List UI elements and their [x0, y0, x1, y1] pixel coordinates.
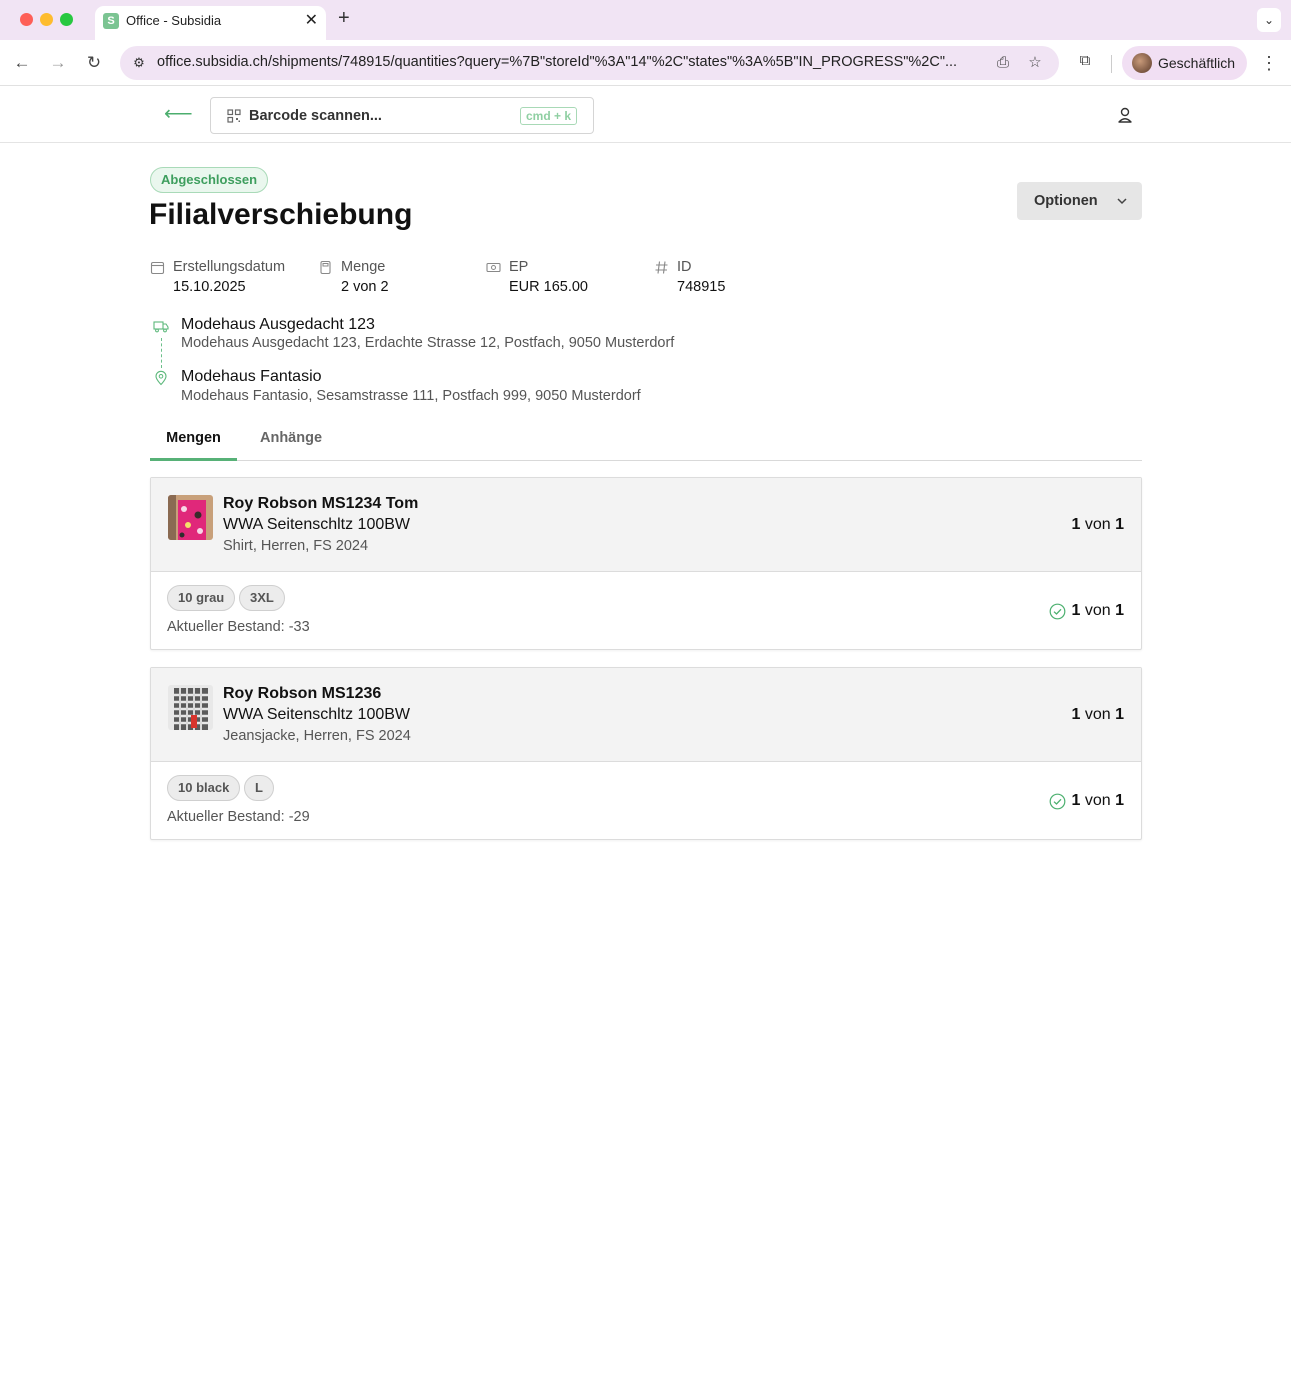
profile-button[interactable]: Geschäftlich: [1122, 46, 1247, 80]
subsidia-favicon-icon: S: [103, 13, 119, 29]
content-tabs: Mengen Anhänge: [150, 423, 1142, 461]
route-connector: [161, 338, 162, 368]
address-bar[interactable]: ⚙ office.subsidia.ch/shipments/748915/qu…: [120, 46, 1059, 80]
calendar-icon: [150, 261, 165, 275]
current-stock: Aktueller Bestand: -33: [167, 619, 310, 635]
profile-avatar: [1132, 53, 1152, 73]
options-label: Optionen: [1034, 193, 1098, 209]
route-from-address: Modehaus Ausgedacht 123, Erdachte Strass…: [181, 335, 675, 351]
route-from-name: Modehaus Ausgedacht 123: [181, 316, 375, 333]
tab-anhaenge[interactable]: Anhänge: [260, 423, 322, 461]
truck-icon: [153, 321, 169, 333]
banknote-icon: [486, 262, 501, 273]
browser-tab[interactable]: S Office - Subsidia ✕: [95, 6, 326, 40]
user-icon[interactable]: [1114, 104, 1136, 126]
variant-color-chip: 10 grau: [167, 585, 236, 611]
id-value: 748915: [677, 279, 726, 295]
back-arrow-icon[interactable]: ⟵: [164, 101, 193, 126]
map-pin-icon: [155, 370, 167, 386]
profile-label: Geschäftlich: [1158, 55, 1236, 71]
product-title: Roy Robson MS1236: [223, 685, 382, 702]
browser-toolbar: ← → ↻ ⚙ office.subsidia.ch/shipments/748…: [0, 40, 1291, 86]
check-circle-icon: [1049, 793, 1066, 810]
toolbar-divider: [1111, 55, 1112, 73]
app-header: ⟵ Barcode scannen... cmd + k: [0, 87, 1291, 143]
current-stock: Aktueller Bestand: -29: [167, 809, 310, 825]
qty-sep: von: [1084, 516, 1111, 533]
route-to-address: Modehaus Fantasio, Sesamstrasse 111, Pos…: [181, 388, 641, 404]
window-zoom-button[interactable]: [60, 13, 73, 26]
variant-size-chip: L: [244, 775, 274, 801]
page-title: Filialverschiebung: [149, 198, 413, 231]
variant-qty-sep: von: [1084, 792, 1111, 809]
barcode-placeholder: Barcode scannen...: [249, 108, 382, 124]
extensions-puzzle-icon[interactable]: ⧉: [1074, 52, 1096, 74]
qty-done: 1: [1071, 516, 1081, 533]
browser-reload-button[interactable]: ↻: [82, 51, 106, 75]
id-label: ID: [677, 259, 692, 275]
variant-qty-total: 1: [1115, 792, 1124, 809]
product-thumbnail: [168, 495, 213, 540]
product-meta: Shirt, Herren, FS 2024: [223, 538, 369, 554]
qty-total: 1: [1115, 706, 1124, 723]
product-subtitle: WWA Seitenschltz 100BW: [223, 516, 411, 533]
product-card[interactable]: Roy Robson MS1234 Tom WWA Seitenschltz 1…: [150, 477, 1142, 650]
product-quantity: 1 von 1: [1071, 706, 1124, 724]
window-minimize-button[interactable]: [40, 13, 53, 26]
keyboard-shortcut-badge: cmd + k: [519, 107, 577, 125]
new-tab-button[interactable]: +: [338, 7, 350, 30]
browser-forward-button[interactable]: →: [46, 51, 70, 75]
hash-icon: [655, 261, 668, 274]
browser-tab-bar: S Office - Subsidia ✕ + ⌄: [0, 0, 1291, 40]
install-app-icon[interactable]: ⎙: [993, 53, 1013, 73]
route-to-name: Modehaus Fantasio: [181, 368, 322, 385]
browser-menu-icon[interactable]: ⋮: [1259, 51, 1279, 75]
window-close-button[interactable]: [20, 13, 33, 26]
barcode-search-input[interactable]: Barcode scannen... cmd + k: [210, 97, 594, 134]
created-label: Erstellungsdatum: [173, 259, 286, 275]
qty-done: 1: [1071, 706, 1081, 723]
chevron-down-icon: [1117, 198, 1127, 205]
product-subtitle: WWA Seitenschltz 100BW: [223, 706, 411, 723]
qty-sep: von: [1084, 706, 1111, 723]
product-meta: Jeansjacke, Herren, FS 2024: [223, 728, 411, 744]
quantity-value: 2 von 2: [341, 279, 389, 295]
variant-qty-total: 1: [1115, 602, 1124, 619]
product-thumbnail: [168, 685, 213, 730]
tab-title: Office - Subsidia: [126, 13, 222, 28]
product-card[interactable]: Roy Robson MS1236 WWA Seitenschltz 100BW…: [150, 667, 1142, 840]
created-value: 15.10.2025: [173, 279, 246, 295]
variant-color-chip: 10 black: [167, 775, 241, 801]
price-value: EUR 165.00: [509, 279, 588, 295]
product-card-header[interactable]: Roy Robson MS1236 WWA Seitenschltz 100BW…: [151, 668, 1141, 762]
url-text[interactable]: office.subsidia.ch/shipments/748915/quan…: [157, 54, 987, 70]
product-title: Roy Robson MS1234 Tom: [223, 495, 419, 512]
bookmark-star-icon[interactable]: ☆: [1025, 53, 1045, 73]
check-circle-icon: [1049, 603, 1066, 620]
variant-qty-done: 1: [1071, 602, 1081, 619]
browser-back-button[interactable]: ←: [10, 51, 34, 75]
tab-close-icon[interactable]: ✕: [305, 10, 318, 30]
tab-mengen[interactable]: Mengen: [150, 423, 237, 461]
status-badge: Abgeschlossen: [150, 167, 269, 193]
site-info-icon[interactable]: ⚙: [129, 53, 149, 73]
calculator-icon: [320, 260, 331, 275]
variant-quantity: 1 von 1: [1071, 792, 1124, 810]
variant-qty-done: 1: [1071, 792, 1081, 809]
product-quantity: 1 von 1: [1071, 516, 1124, 534]
tab-search-chevron-icon[interactable]: ⌄: [1257, 8, 1281, 32]
qty-total: 1: [1115, 516, 1124, 533]
qr-code-icon: [227, 109, 241, 123]
price-label: EP: [509, 259, 529, 275]
quantity-label: Menge: [341, 259, 386, 275]
variant-size-chip: 3XL: [239, 585, 285, 611]
options-dropdown-button[interactable]: Optionen: [1017, 182, 1142, 220]
variant-quantity: 1 von 1: [1071, 602, 1124, 620]
variant-qty-sep: von: [1084, 602, 1111, 619]
product-card-header[interactable]: Roy Robson MS1234 Tom WWA Seitenschltz 1…: [151, 478, 1141, 572]
